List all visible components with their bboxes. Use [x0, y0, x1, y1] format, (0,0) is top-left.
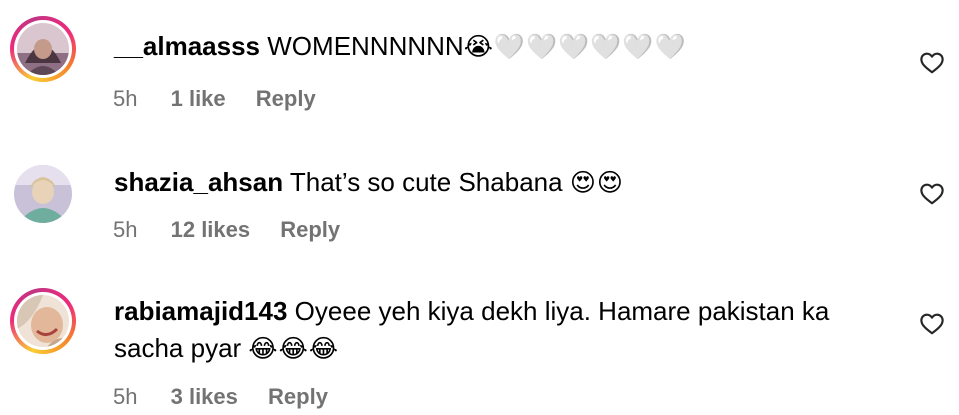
comment-line: shazia_ahsan That’s so cute Shabana 😍😍	[114, 164, 624, 201]
comment-timestamp[interactable]: 5h	[113, 384, 137, 410]
comment-emoji: 😭🤍🤍🤍🤍🤍🤍	[463, 32, 687, 61]
comment-line: rabiamajid143 Oyeee yeh kiya dekh liya. …	[114, 293, 829, 329]
heart-outline-icon[interactable]	[919, 50, 945, 76]
heart-outline-icon[interactable]	[919, 181, 945, 207]
reply-button[interactable]: Reply	[268, 384, 328, 410]
comment-username[interactable]: rabiamajid143	[114, 296, 287, 326]
comment-like-count[interactable]: 12 likes	[171, 217, 251, 243]
heart-outline-icon[interactable]	[919, 311, 945, 337]
comment-emoji: 😂😂😂	[248, 334, 340, 363]
avatar[interactable]	[10, 16, 76, 82]
reply-button[interactable]: Reply	[280, 217, 340, 243]
comment-timestamp[interactable]: 5h	[113, 86, 137, 112]
comment-text-continued: sacha pyar	[114, 333, 242, 363]
reply-button[interactable]: Reply	[256, 86, 316, 112]
comment-like-count[interactable]: 1 like	[171, 86, 226, 112]
comment-line: __almaasss WOMENNNNNN😭🤍🤍🤍🤍🤍🤍	[114, 28, 687, 65]
avatar-image	[17, 23, 69, 75]
comment-timestamp[interactable]: 5h	[113, 217, 137, 243]
comment-text: WOMENNNNNN	[267, 31, 464, 61]
avatar-image	[14, 165, 72, 223]
comment-emoji: 😍😍	[569, 168, 624, 197]
comment-meta: 5h 12 likes Reply	[113, 217, 340, 243]
comment-like-count[interactable]: 3 likes	[171, 384, 238, 410]
comment-username[interactable]: shazia_ahsan	[114, 167, 283, 197]
avatar[interactable]	[10, 161, 76, 227]
avatar[interactable]	[10, 288, 76, 354]
comment-meta: 5h 1 like Reply	[113, 86, 316, 112]
comment-text: Oyeee yeh kiya dekh liya. Hamare pakista…	[294, 296, 830, 326]
comment-text: That’s so cute Shabana	[289, 167, 563, 197]
comment-line-2: sacha pyar 😂😂😂	[114, 330, 339, 367]
comment-username[interactable]: __almaasss	[114, 31, 260, 61]
comment-meta: 5h 3 likes Reply	[113, 384, 328, 410]
avatar-image	[17, 295, 69, 347]
